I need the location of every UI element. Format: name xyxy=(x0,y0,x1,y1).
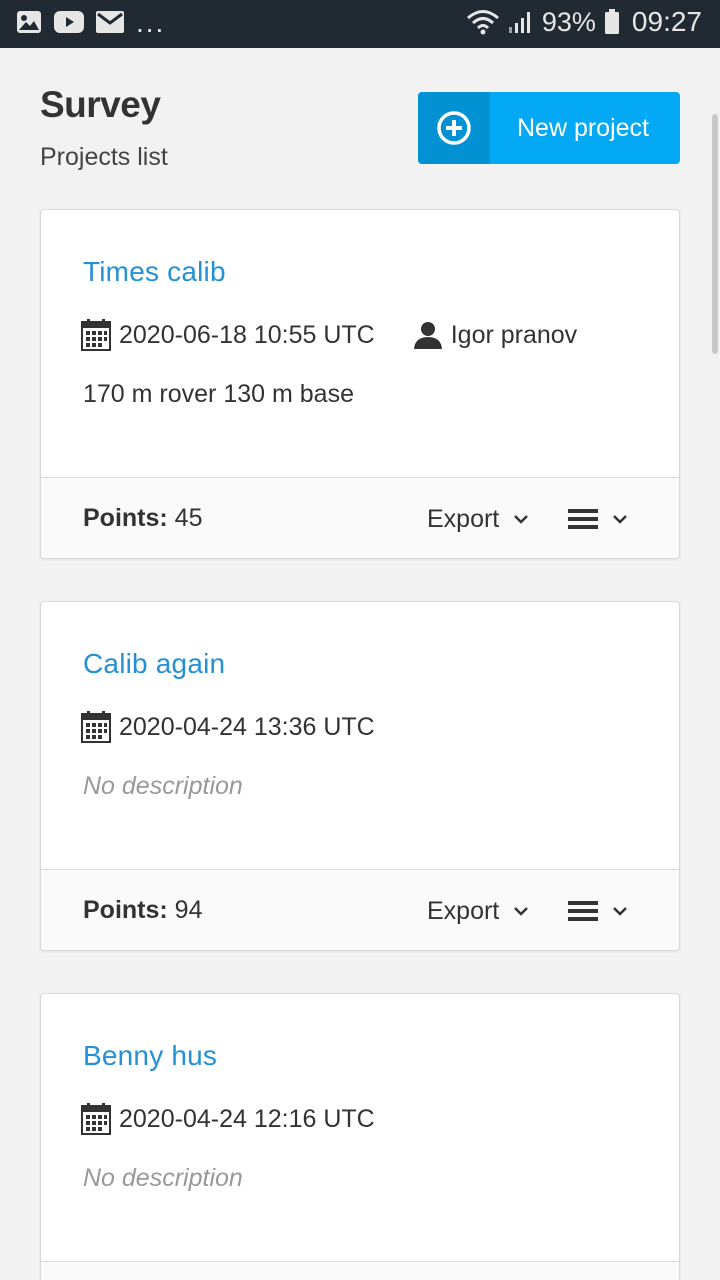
battery-icon xyxy=(604,9,619,34)
points-count: Points: 94 xyxy=(83,896,202,925)
project-description: No description xyxy=(83,772,243,800)
new-project-button[interactable]: New project xyxy=(418,92,680,164)
notification-icons: ... xyxy=(16,7,166,38)
project-title-link[interactable]: Benny hus xyxy=(83,1040,217,1072)
mail-icon xyxy=(96,11,124,33)
chevron-down-icon xyxy=(514,907,529,916)
add-circle-icon xyxy=(437,111,471,145)
calendar-icon xyxy=(81,319,111,351)
project-description: No description xyxy=(83,1164,243,1192)
scrollbar-thumb[interactable] xyxy=(712,114,718,354)
new-project-icon-box xyxy=(418,92,490,164)
project-meta: 2020-06-18 10:55 UTC Igor pranov xyxy=(81,318,577,352)
export-dropdown[interactable]: Export xyxy=(427,892,529,930)
project-footer: Points: 94 Export xyxy=(41,869,679,950)
project-meta: 2020-04-24 13:36 UTC xyxy=(81,710,375,744)
chevron-down-icon xyxy=(613,515,627,524)
actions-menu-dropdown[interactable] xyxy=(568,892,628,930)
points-label: Points: xyxy=(83,504,168,532)
project-card: Times calib 2020-06-18 10:55 UTC Igor pr… xyxy=(40,209,680,559)
points-count: Points: 45 xyxy=(83,504,202,533)
chevron-down-icon xyxy=(613,907,627,916)
export-label: Export xyxy=(427,504,500,533)
project-owner: Igor pranov xyxy=(413,321,577,350)
project-meta: 2020-04-24 12:16 UTC xyxy=(81,1102,375,1136)
battery-percent: 93% xyxy=(541,6,596,37)
export-dropdown[interactable]: Export xyxy=(427,500,529,538)
project-date: 2020-04-24 12:16 UTC xyxy=(119,1104,375,1133)
export-label: Export xyxy=(427,896,500,925)
scrollbar-track[interactable] xyxy=(712,48,720,1280)
menu-icon xyxy=(568,901,598,921)
clock: 09:27 xyxy=(631,6,702,37)
project-owner-name: Igor pranov xyxy=(450,320,578,349)
calendar-icon xyxy=(81,711,111,743)
project-description: 170 m rover 130 m base xyxy=(83,380,354,408)
project-card: Benny hus 2020-04-24 12:16 UTC No descri… xyxy=(40,993,680,1280)
more-notifications-indicator: ... xyxy=(136,7,166,38)
project-card: Calib again 2020-04-24 13:36 UTC No desc… xyxy=(40,601,680,951)
points-label: Points: xyxy=(83,896,168,924)
wifi-icon xyxy=(466,10,499,35)
page-subtitle: Projects list xyxy=(40,143,168,171)
project-title-link[interactable]: Times calib xyxy=(83,256,226,288)
calendar-icon xyxy=(81,1103,111,1135)
project-date: 2020-06-18 10:55 UTC xyxy=(119,320,375,349)
project-footer xyxy=(41,1261,679,1280)
gallery-icon xyxy=(17,11,41,33)
points-value: 94 xyxy=(174,896,203,924)
page-title: Survey xyxy=(40,84,161,125)
menu-icon xyxy=(568,509,598,529)
user-icon xyxy=(413,322,442,349)
status-right: 93% 09:27 xyxy=(466,6,702,38)
status-bar: ... 93% 09:27 xyxy=(0,0,720,48)
project-title-link[interactable]: Calib again xyxy=(83,648,225,680)
points-value: 45 xyxy=(174,504,203,532)
signal-icon xyxy=(508,12,530,33)
chevron-down-icon xyxy=(514,515,529,524)
new-project-label: New project xyxy=(517,113,649,142)
project-footer: Points: 45 Export xyxy=(41,477,679,558)
actions-menu-dropdown[interactable] xyxy=(568,500,628,538)
youtube-icon xyxy=(54,11,84,33)
project-date: 2020-04-24 13:36 UTC xyxy=(119,712,375,741)
